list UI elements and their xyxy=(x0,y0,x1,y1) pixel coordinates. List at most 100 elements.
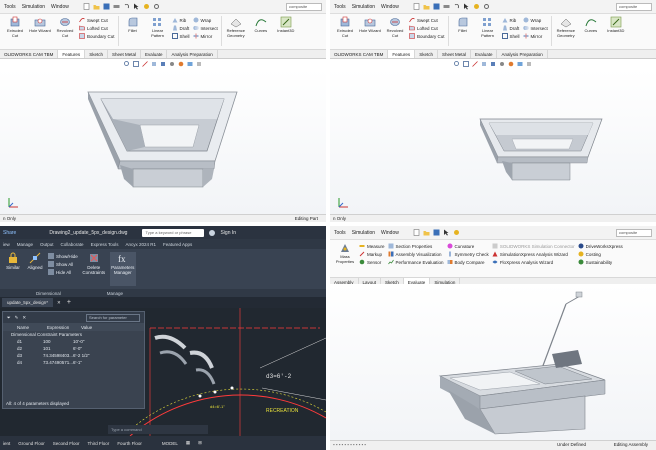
tab-collaborate[interactable]: Collaborate xyxy=(61,242,84,247)
shell-button[interactable]: Shell xyxy=(171,33,190,39)
menu-tools[interactable]: Tools xyxy=(334,230,346,236)
menu-window[interactable]: Window xyxy=(51,4,69,10)
section-view-icon[interactable] xyxy=(142,60,148,67)
display-style-icon[interactable] xyxy=(160,61,166,67)
share-button[interactable]: Share xyxy=(3,230,16,236)
graphics-area[interactable] xyxy=(330,69,656,214)
tab-cam-tbm[interactable]: OLIDWORKS CAM TBM xyxy=(0,50,59,58)
save-icon[interactable] xyxy=(103,3,110,10)
tab-sheet-metal[interactable]: Sheet Metal xyxy=(438,50,471,58)
tab-features[interactable]: Features xyxy=(58,50,86,58)
assembly-visualization-button[interactable]: Assembly Visualization xyxy=(388,251,444,257)
tab-sheet-metal[interactable]: Sheet Metal xyxy=(108,50,141,58)
fillet-button[interactable]: Fillet xyxy=(122,16,144,34)
open-icon[interactable] xyxy=(93,3,100,10)
tab-sketch[interactable]: Sketch xyxy=(85,50,108,58)
tab-ancyx[interactable]: Ancyx 2024 R1 xyxy=(126,242,157,247)
hide-show-icon[interactable] xyxy=(169,61,175,67)
save-icon[interactable] xyxy=(433,229,440,236)
graphics-area[interactable] xyxy=(0,69,326,214)
search-input[interactable]: composite xyxy=(286,2,322,11)
graphics-area[interactable] xyxy=(330,284,656,440)
view-settings-icon[interactable] xyxy=(196,61,202,67)
boundary-cut-button[interactable]: Boundary Cut xyxy=(79,33,115,39)
select-icon[interactable] xyxy=(463,3,470,10)
show-all-button[interactable]: Show All xyxy=(48,261,78,267)
display-style-icon[interactable] xyxy=(490,61,496,67)
tab-manage[interactable]: Manage xyxy=(17,242,33,247)
mirror-button[interactable]: Mirror xyxy=(193,33,218,39)
sensor-button[interactable]: Sensor xyxy=(359,259,385,265)
view-settings-icon[interactable] xyxy=(526,61,532,67)
undo-icon[interactable] xyxy=(123,3,130,10)
tab-evaluate[interactable]: Evaluate xyxy=(141,50,168,58)
view-orientation-icon[interactable] xyxy=(481,61,487,67)
new-icon[interactable] xyxy=(413,3,420,10)
delete-constraints-button[interactable]: Delete Constraints xyxy=(82,252,106,286)
options-icon[interactable] xyxy=(483,3,490,10)
table-row[interactable]: d2 101 6'-0" xyxy=(3,345,144,352)
intersect-button[interactable]: Intersect xyxy=(192,25,218,31)
hole-wizard-button[interactable]: Hole Wizard xyxy=(29,16,51,34)
menu-tools[interactable]: Tools xyxy=(334,4,346,10)
search-input[interactable]: composite xyxy=(616,2,652,11)
extruded-cut-button[interactable]: Extruded Cut xyxy=(4,16,26,38)
symmetry-check-button[interactable]: Symmetry Check xyxy=(447,251,489,257)
hide-all-button[interactable]: Hide All xyxy=(48,269,78,275)
new-icon[interactable] xyxy=(83,3,90,10)
body-compare-button[interactable]: Body Compare xyxy=(447,259,489,265)
menu-simulation[interactable]: Simulation xyxy=(352,4,375,10)
swept-cut-button[interactable]: Swept Cut xyxy=(79,17,115,23)
open-icon[interactable] xyxy=(423,229,430,236)
options-icon[interactable] xyxy=(153,3,160,10)
panel-dimensional[interactable]: Dimensional xyxy=(36,291,61,296)
section-view-icon[interactable] xyxy=(472,60,478,67)
layout-tab-second-floor[interactable]: Second Floor xyxy=(53,441,80,446)
zoom-area-icon[interactable] xyxy=(463,60,469,67)
mirror-button[interactable]: Mirror xyxy=(523,33,548,39)
instant3d-button[interactable]: Instant3D xyxy=(275,16,297,34)
layout-tab-fourth-floor[interactable]: Fourth Floor xyxy=(117,441,142,446)
new-tab-icon[interactable]: + xyxy=(67,299,71,306)
new-icon[interactable] xyxy=(413,229,420,236)
revolved-cut-button[interactable]: Revolved Cut xyxy=(54,16,76,38)
save-icon[interactable] xyxy=(433,3,440,10)
fillet-button[interactable]: Fillet xyxy=(452,16,474,34)
search-input[interactable]: Type a keyword or phrase xyxy=(142,228,205,237)
menu-window[interactable]: Window xyxy=(381,230,399,236)
table-row[interactable]: d3 74.34598403... 6'-2 1/2" xyxy=(3,352,144,359)
boundary-cut-button[interactable]: Boundary Cut xyxy=(409,33,445,39)
document-tab[interactable]: update_5px_design* xyxy=(2,298,54,307)
rebuild-icon[interactable] xyxy=(143,3,150,10)
grid-icon[interactable]: ▦ xyxy=(186,440,190,446)
sign-in-link[interactable]: Sign In xyxy=(220,230,236,236)
extruded-cut-button[interactable]: Extruded Cut xyxy=(334,16,356,38)
shell-button[interactable]: Shell xyxy=(501,33,520,39)
menu-window[interactable]: Window xyxy=(381,4,399,10)
similar-button[interactable]: Similar xyxy=(4,252,22,286)
tab-output[interactable]: Output xyxy=(40,242,54,247)
select-icon[interactable] xyxy=(443,229,450,236)
delete-parameter-icon[interactable]: ✕ xyxy=(22,315,26,321)
reference-geometry-button[interactable]: Reference Geometry xyxy=(555,16,577,38)
wrap-button[interactable]: Wrap xyxy=(523,17,548,23)
draft-button[interactable]: Draft xyxy=(502,25,520,31)
select-icon[interactable] xyxy=(133,3,140,10)
close-tab-icon[interactable]: ✕ xyxy=(57,300,61,306)
menu-simulation[interactable]: Simulation xyxy=(352,230,375,236)
rib-button[interactable]: Rib xyxy=(502,17,520,23)
costing-button[interactable]: Costing xyxy=(578,251,623,257)
tab-features[interactable]: Features xyxy=(388,50,416,58)
tab-featured-apps[interactable]: Featured Apps xyxy=(163,242,192,247)
zoom-area-icon[interactable] xyxy=(133,60,139,67)
tab-evaluate[interactable]: Evaluate xyxy=(471,50,498,58)
parameter-search-input[interactable]: Search for parameter xyxy=(86,313,140,322)
print-icon[interactable] xyxy=(443,3,450,10)
parameters-manager-button[interactable]: fx Parameters Manager xyxy=(109,252,136,286)
undo-icon[interactable] xyxy=(453,3,460,10)
appearance-icon[interactable] xyxy=(508,61,514,67)
panel-manage[interactable]: Manage xyxy=(107,291,123,296)
measure-button[interactable]: Measure xyxy=(359,243,385,249)
simulation-connector-button[interactable]: SOLIDWORKS Simulation Connector xyxy=(492,243,575,249)
performance-evaluation-button[interactable]: Performance Evaluation xyxy=(387,259,444,265)
